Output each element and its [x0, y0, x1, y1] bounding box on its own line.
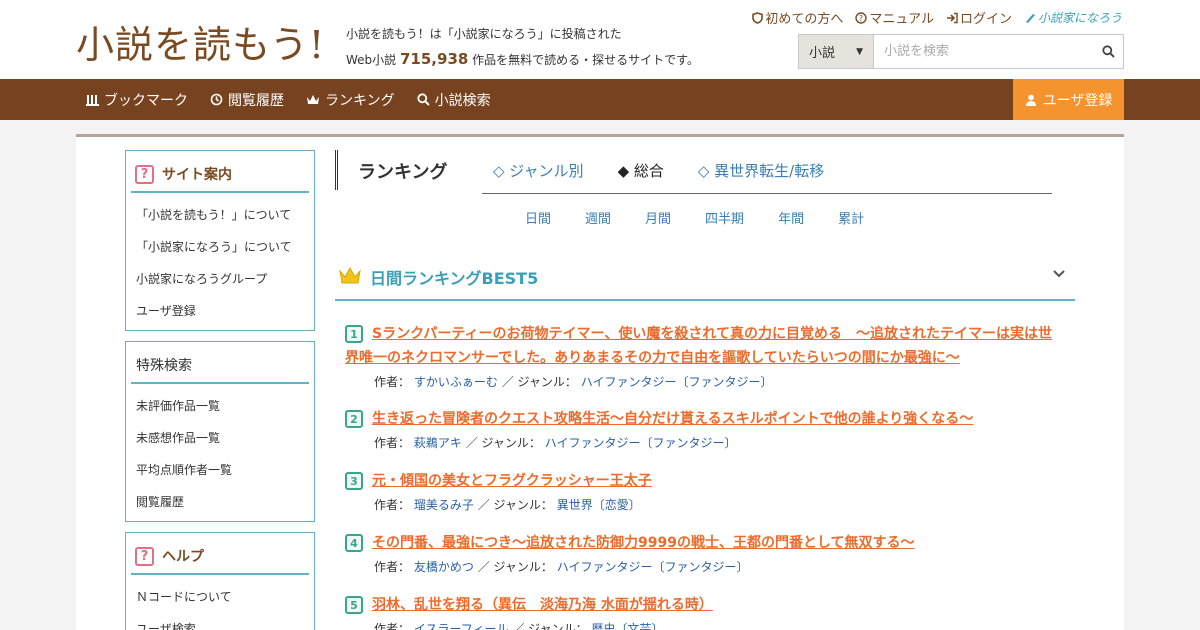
novel-title-link[interactable]: 生き返った冒険者のクエスト攻略生活～自分だけ貰えるスキルポイントで他の誰より強く… — [345, 407, 1065, 431]
search-icon — [416, 93, 430, 106]
author-link[interactable]: 友橋かめつ — [414, 560, 474, 574]
svg-text:?: ? — [859, 14, 863, 23]
search-button[interactable] — [1093, 35, 1123, 68]
period-yearly[interactable]: 年間 — [778, 208, 804, 227]
novel-meta: 作者： すかいふぁーむ ／ ジャンル： ハイファンタジー〔ファンタジー〕 — [374, 375, 773, 389]
sidebar-item-user-search[interactable]: ユーザ検索 — [126, 613, 314, 630]
tab-isekai[interactable]: ◇ 異世界転生/転移 — [698, 160, 824, 181]
question-circle-icon: ? — [855, 11, 868, 24]
site-logo[interactable]: 小説を読もう! — [76, 14, 325, 69]
tab-genre[interactable]: ◇ ジャンル別 — [493, 160, 584, 181]
shield-icon — [752, 11, 764, 24]
sidebar-item-register[interactable]: ユーザ登録 — [126, 295, 314, 327]
ranking-title-bar — [335, 150, 338, 190]
ranking-item: 4 その門番、最強につき～追放された防御力9999の戦士、王都の門番として無双す… — [345, 531, 1065, 579]
sidebar-item-ncode[interactable]: Ｎコードについて — [126, 581, 314, 613]
rank-number-badge: 5 — [345, 596, 363, 614]
novel-meta: 作者： 友橋かめつ ／ ジャンル： ハイファンタジー〔ファンタジー〕 — [374, 560, 749, 574]
search-category-select[interactable]: 小説 ▼ — [799, 35, 874, 68]
ranking-item: 2 生き返った冒険者のクエスト攻略生活～自分だけ貰えるスキルポイントで他の誰より… — [345, 407, 1065, 455]
narou-brand-link[interactable]: 小説家になろう — [1024, 9, 1122, 26]
novel-title-link[interactable]: 羽林、乱世を翔る（異伝 淡海乃海 水面が揺れる時） — [345, 593, 1065, 617]
genre-link[interactable]: 歴史〔文芸〕 — [591, 622, 663, 630]
sidebar-special-search: 特殊検索 未評価作品一覧 未感想作品一覧 平均点順作者一覧 閲覧履歴 — [125, 341, 315, 522]
sidebar-item-no-review[interactable]: 未感想作品一覧 — [126, 422, 314, 454]
chevron-down-icon[interactable] — [1053, 267, 1065, 283]
question-icon: ? — [135, 164, 154, 184]
top-links: 初めての方へ ? マニュアル ログイン 小説家になろう — [752, 8, 1122, 27]
special-search-heading: 特殊検索 — [131, 348, 309, 384]
search-input[interactable] — [874, 35, 1093, 68]
bookmark-icon — [86, 94, 99, 106]
user-icon — [1025, 94, 1036, 106]
author-link[interactable]: 萩鵜アキ — [414, 436, 462, 450]
ranking-tabs: ◇ ジャンル別 ◆ 総合 ◇ 異世界転生/転移 — [493, 160, 824, 181]
crown-icon — [307, 94, 319, 104]
manual-link[interactable]: ? マニュアル — [855, 8, 934, 27]
tabs-divider — [482, 193, 1052, 194]
first-time-link[interactable]: 初めての方へ — [752, 8, 843, 27]
novel-meta: 作者： イスラーフィール ／ ジャンル： 歴史〔文芸〕 — [345, 617, 1065, 630]
period-total[interactable]: 累計 — [838, 208, 864, 227]
sidebar-item-about-narou[interactable]: 「小説家になろう」について — [126, 231, 314, 263]
tab-overall[interactable]: ◆ 総合 — [618, 160, 664, 181]
genre-link[interactable]: 異世界〔恋愛〕 — [557, 498, 641, 512]
caret-down-icon: ▼ — [856, 46, 863, 57]
ranking-title: ランキング — [358, 162, 448, 183]
site-header: 小説を読もう! 小説を読もう！は「小説家になろう」に投稿された Web小説 71… — [0, 0, 1200, 79]
ranking-periods: 日間 週間 月間 四半期 年間 累計 — [525, 208, 898, 227]
rank-number-badge: 3 — [345, 472, 363, 490]
nav-history[interactable]: 閲覧履歴 — [210, 90, 284, 110]
main-panel: ? サイト案内 「小説を読もう！」について 「小説家になろう」について 小説家に… — [76, 134, 1124, 630]
rank-number-badge: 2 — [345, 410, 363, 428]
period-quarterly[interactable]: 四半期 — [705, 208, 744, 227]
nav-search[interactable]: 小説検索 — [416, 90, 491, 110]
history-icon — [210, 93, 223, 106]
novel-title-link[interactable]: Sランクパーティーのお荷物テイマー、使い魔を殺されて真の力に目覚める 〜追放され… — [345, 322, 1065, 370]
sidebar-item-view-history[interactable]: 閲覧履歴 — [126, 486, 314, 518]
login-icon — [946, 12, 958, 23]
rank-number-badge: 1 — [345, 325, 363, 343]
period-weekly[interactable]: 週間 — [585, 208, 611, 227]
author-link[interactable]: 瑠美るみ子 — [414, 498, 474, 512]
main-nav: ブックマーク 閲覧履歴 ランキング 小説検索 ユーザ登録 — [0, 79, 1200, 120]
login-link[interactable]: ログイン — [946, 8, 1012, 27]
novel-title-link[interactable]: 元・傾国の美女とフラグクラッシャー王太子 — [345, 469, 1065, 493]
novel-meta: 作者： 萩鵜アキ ／ ジャンル： ハイファンタジー〔ファンタジー〕 — [374, 436, 737, 450]
sidebar-item-narou-group[interactable]: 小説家になろうグループ — [126, 263, 314, 295]
sidebar-item-about-yomou[interactable]: 「小説を読もう！」について — [126, 199, 314, 231]
nav-bookmark[interactable]: ブックマーク — [86, 90, 188, 110]
period-daily[interactable]: 日間 — [525, 208, 551, 227]
author-link[interactable]: イスラーフィール — [414, 622, 509, 630]
sidebar-item-avg-authors[interactable]: 平均点順作者一覧 — [126, 454, 314, 486]
search-box: 小説 ▼ — [798, 34, 1124, 69]
ranking-item: 3 元・傾国の美女とフラグクラッシャー王太子 作者： 瑠美るみ子 ／ ジャンル：… — [345, 469, 1065, 517]
genre-link[interactable]: ハイファンタジー〔ファンタジー〕 — [545, 436, 737, 450]
search-icon — [1101, 45, 1115, 58]
question-icon: ? — [135, 546, 154, 566]
nav-ranking[interactable]: ランキング — [306, 90, 395, 110]
crown-icon — [339, 267, 361, 284]
daily-best5-header[interactable]: 日間ランキングBEST5 — [335, 257, 1075, 301]
genre-link[interactable]: ハイファンタジー〔ファンタジー〕 — [581, 375, 773, 389]
sidebar-help: ? ヘルプ Ｎコードについて ユーザ検索 — [125, 532, 315, 630]
period-monthly[interactable]: 月間 — [645, 208, 671, 227]
sidebar-item-unrated[interactable]: 未評価作品一覧 — [126, 390, 314, 422]
ranking-item: 1 Sランクパーティーのお荷物テイマー、使い魔を殺されて真の力に目覚める 〜追放… — [345, 322, 1065, 394]
site-tagline: 小説を読もう！は「小説家になろう」に投稿された Web小説 715,938 作品… — [346, 27, 699, 68]
genre-link[interactable]: ハイファンタジー〔ファンタジー〕 — [557, 560, 749, 574]
site-guide-heading: ? サイト案内 — [131, 157, 309, 193]
help-heading: ? ヘルプ — [131, 539, 309, 575]
novel-meta: 作者： 瑠美るみ子 ／ ジャンル： 異世界〔恋愛〕 — [374, 498, 641, 512]
author-link[interactable]: すかいふぁーむ — [414, 375, 498, 389]
pen-icon — [1025, 13, 1035, 23]
novel-count: 715,938 — [400, 50, 469, 68]
sidebar-site-guide: ? サイト案内 「小説を読もう！」について 「小説家になろう」について 小説家に… — [125, 150, 315, 331]
rank-number-badge: 4 — [345, 534, 363, 552]
novel-title-link[interactable]: その門番、最強につき～追放された防御力9999の戦士、王都の門番として無双する～ — [345, 531, 1065, 555]
ranking-item: 5 羽林、乱世を翔る（異伝 淡海乃海 水面が揺れる時） 作者： イスラーフィール… — [345, 593, 1065, 630]
user-register-button[interactable]: ユーザ登録 — [1013, 79, 1124, 120]
